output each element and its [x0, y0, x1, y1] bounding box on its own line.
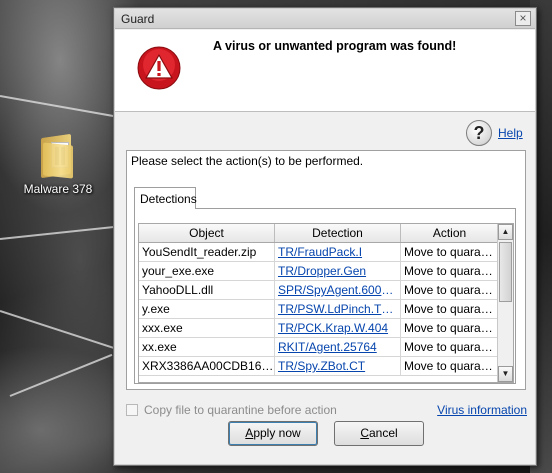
action-select[interactable]: Move to quarantine — [401, 300, 499, 318]
object-cell: YahooDLL.dll — [139, 281, 275, 299]
detections-tab-panel: Object Detection Action YouSendIt_reader… — [134, 208, 516, 384]
detections-table: Object Detection Action YouSendIt_reader… — [138, 223, 514, 383]
virus-information-link[interactable]: Virus information — [437, 403, 527, 417]
detection-link[interactable]: TR/Spy.ZBot.CT — [275, 357, 401, 375]
copy-to-quarantine-label: Copy file to quarantine before action — [144, 403, 337, 417]
object-cell: XRX3386AA00CDB1615... — [139, 357, 275, 375]
table-row[interactable]: y.exe TR/PSW.LdPinch.TMK... Move to quar… — [139, 300, 499, 319]
alert-headline: A virus or unwanted program was found! — [213, 39, 457, 53]
alert-banner: A virus or unwanted program was found! — [115, 30, 535, 112]
column-header-action[interactable]: Action — [401, 224, 499, 242]
column-header-detection[interactable]: Detection — [275, 224, 401, 242]
table-row[interactable]: xx.exe RKIT/Agent.25764 Move to quaranti… — [139, 338, 499, 357]
leaf-vein — [0, 224, 130, 240]
action-prompt: Please select the action(s) to be perfor… — [131, 154, 364, 168]
detection-link[interactable]: TR/Dropper.Gen — [275, 262, 401, 280]
warning-icon — [137, 46, 181, 90]
help-link[interactable]: Help — [498, 126, 523, 140]
column-header-object[interactable]: Object — [139, 224, 275, 242]
apply-label: pply now — [253, 426, 301, 440]
title-bar[interactable]: Guard × — [115, 9, 535, 29]
scroll-up-button[interactable]: ▲ — [498, 224, 513, 240]
close-button[interactable]: × — [515, 11, 531, 26]
action-select[interactable]: Move to quarantine — [401, 357, 499, 375]
guard-dialog: Guard × A virus or unwanted program was … — [113, 7, 537, 466]
detection-link[interactable]: RKIT/Agent.25764 — [275, 338, 401, 356]
leaf-vein — [0, 95, 119, 118]
tab-detections[interactable]: Detections — [134, 187, 197, 209]
table-row[interactable]: XRX3386AA00CDB1615... TR/Spy.ZBot.CT Mov… — [139, 357, 499, 376]
apply-now-button[interactable]: Apply now — [228, 421, 318, 446]
leaf-vein — [0, 310, 115, 350]
desktop-folder-label: Malware 378 — [23, 182, 93, 196]
scroll-thumb[interactable] — [499, 242, 512, 302]
table-row[interactable]: YouSendIt_reader.zip TR/FraudPack.I Move… — [139, 243, 499, 262]
table-body: YouSendIt_reader.zip TR/FraudPack.I Move… — [139, 243, 499, 376]
cancel-button[interactable]: Cancel — [334, 421, 424, 446]
leaf-vein — [9, 353, 113, 397]
object-cell: xxx.exe — [139, 319, 275, 337]
scroll-down-button[interactable]: ▼ — [498, 366, 513, 382]
object-cell: your_exe.exe — [139, 262, 275, 280]
table-scrollbar[interactable]: ▲ ▼ — [497, 224, 513, 382]
table-header: Object Detection Action — [139, 224, 499, 243]
detection-link[interactable]: TR/PCK.Krap.W.404 — [275, 319, 401, 337]
table-row[interactable]: xxx.exe TR/PCK.Krap.W.404 Move to quaran… — [139, 319, 499, 338]
window-title: Guard — [121, 12, 155, 26]
cancel-accelerator: C — [360, 426, 369, 440]
object-cell: y.exe — [139, 300, 275, 318]
action-select[interactable]: Move to quarantine — [401, 319, 499, 337]
table-row[interactable]: YahooDLL.dll SPR/SpyAgent.60006.11 Move … — [139, 281, 499, 300]
object-cell: xx.exe — [139, 338, 275, 356]
cancel-label: ancel — [368, 426, 398, 440]
action-select[interactable]: Move to quarantine — [401, 243, 499, 261]
action-select[interactable]: Move to quarantine — [401, 338, 499, 356]
table-row[interactable]: your_exe.exe TR/Dropper.Gen Move to quar… — [139, 262, 499, 281]
help-icon[interactable]: ? — [466, 120, 492, 146]
action-select[interactable]: Move to quarantine — [401, 262, 499, 280]
copy-to-quarantine-checkbox — [126, 404, 138, 416]
folder-icon — [39, 132, 77, 179]
action-select[interactable]: Move to quarantine — [401, 281, 499, 299]
detection-link[interactable]: TR/FraudPack.I — [275, 243, 401, 261]
copy-to-quarantine-option: Copy file to quarantine before action — [126, 403, 337, 417]
detection-link[interactable]: SPR/SpyAgent.60006.11 — [275, 281, 401, 299]
desktop-folder-shortcut[interactable]: Malware 378 — [22, 132, 94, 196]
detection-link[interactable]: TR/PSW.LdPinch.TMK... — [275, 300, 401, 318]
object-cell: YouSendIt_reader.zip — [139, 243, 275, 261]
action-panel: Please select the action(s) to be perfor… — [126, 150, 526, 390]
